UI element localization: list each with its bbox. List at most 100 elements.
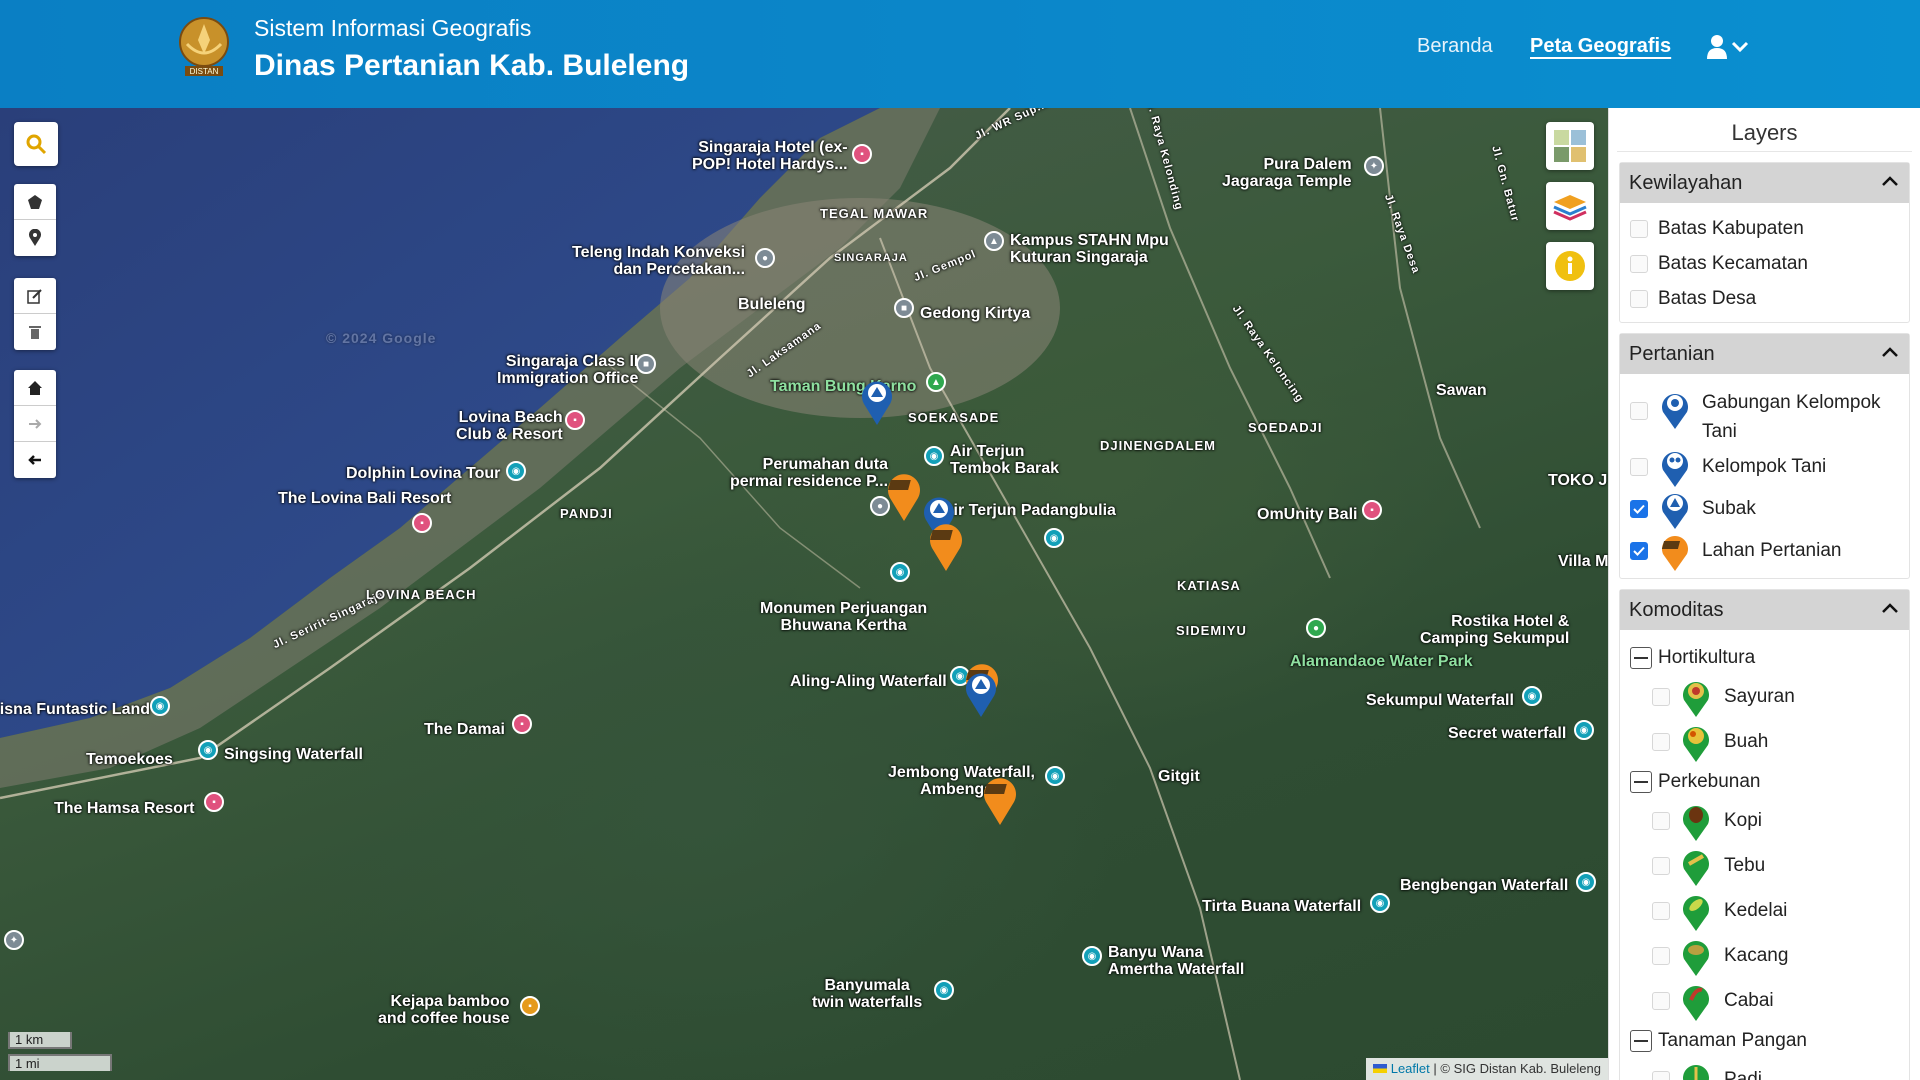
waterfall-poi-icon[interactable]: ◉ — [198, 740, 218, 760]
edit-layers-button[interactable] — [14, 278, 56, 314]
collapse-icon[interactable] — [1630, 647, 1652, 669]
forward-view-button[interactable] — [14, 406, 56, 442]
place-label: Tirta Buana Waterfall — [1202, 898, 1362, 915]
spa-poi-icon[interactable]: ▪ — [1362, 500, 1382, 520]
info-button[interactable] — [1546, 242, 1594, 290]
monument-poi-icon[interactable]: ◉ — [890, 562, 910, 582]
park-poi-icon[interactable]: ◉ — [150, 696, 170, 716]
checkbox-checked[interactable] — [1630, 542, 1648, 560]
group-perkebunan[interactable]: Perkebunan — [1630, 766, 1899, 798]
hotel-poi-icon[interactable]: ▪ — [412, 513, 432, 533]
subak-marker-icon[interactable] — [964, 668, 998, 718]
layer-option-kopi[interactable]: Kopi — [1630, 798, 1899, 843]
section-header-kewilayahan[interactable]: Kewilayahan — [1620, 163, 1909, 203]
layer-option-kelompok-tani[interactable]: Kelompok Tani — [1630, 446, 1899, 488]
hotel-poi-icon[interactable]: ▪ — [565, 410, 585, 430]
place-label: Banyu Wana Amertha Waterfall — [1108, 944, 1245, 978]
waterfall-poi-icon[interactable]: ◉ — [1370, 893, 1390, 913]
school-poi-icon[interactable]: ▲ — [984, 231, 1004, 251]
layer-option-sayuran[interactable]: Sayuran — [1630, 674, 1899, 719]
nav-link-peta-geografis[interactable]: Peta Geografis — [1530, 35, 1671, 58]
layer-option-batas-desa[interactable]: Batas Desa — [1630, 281, 1899, 316]
checkbox[interactable] — [1652, 856, 1670, 875]
checkbox[interactable] — [1652, 811, 1670, 830]
waterfall-poi-icon[interactable]: ◉ — [1576, 872, 1596, 892]
subak-marker-icon[interactable] — [860, 376, 894, 426]
checkbox[interactable] — [1630, 289, 1648, 308]
waterfall-poi-icon[interactable]: ◉ — [1522, 686, 1542, 706]
lahan-pertanian-marker-icon — [1661, 536, 1688, 571]
section-header-komoditas[interactable]: Komoditas — [1620, 590, 1909, 630]
leaflet-link[interactable]: Leaflet — [1391, 1061, 1430, 1076]
area-label: SOEDADJI — [1248, 420, 1323, 435]
nav-link-beranda[interactable]: Beranda — [1417, 35, 1493, 58]
waterfall-poi-icon[interactable]: ◉ — [1044, 528, 1064, 548]
hotel-poi-icon[interactable]: ▪ — [852, 144, 872, 164]
layer-option-kedelai[interactable]: Kedelai — [1630, 888, 1899, 933]
waterfall-poi-icon[interactable]: ◉ — [934, 980, 954, 1000]
group-tanaman-pangan[interactable]: Tanaman Pangan — [1630, 1025, 1899, 1057]
delete-layers-button[interactable] — [14, 314, 56, 350]
layers-toggle-button[interactable] — [1546, 182, 1594, 230]
layer-option-gabungan-kelompok-tani[interactable]: Gabungan Kelompok Tani — [1630, 388, 1899, 446]
layer-option-padi[interactable]: Padi — [1630, 1057, 1899, 1080]
place-label: Banyumala twin waterfalls — [812, 977, 923, 1011]
layers-panel: Layers Kewilayahan Batas Kabupaten Batas… — [1608, 108, 1920, 1080]
museum-poi-icon[interactable]: ■ — [894, 298, 914, 318]
layer-option-subak[interactable]: Subak — [1630, 488, 1899, 530]
checkbox[interactable] — [1652, 946, 1670, 965]
government-poi-icon[interactable]: ■ — [636, 354, 656, 374]
checkbox[interactable] — [1652, 901, 1670, 920]
hotel-poi-icon[interactable]: ▪ — [204, 792, 224, 812]
collapse-icon[interactable] — [1630, 1030, 1652, 1052]
map-marker-icon — [29, 229, 41, 246]
lahan-pertanian-marker-icon[interactable] — [982, 772, 1018, 826]
checkbox[interactable] — [1652, 732, 1670, 751]
layer-option-batas-kabupaten[interactable]: Batas Kabupaten — [1630, 211, 1899, 246]
checkbox[interactable] — [1630, 219, 1648, 238]
hotel-poi-icon[interactable]: ▪ — [512, 714, 532, 734]
section-header-pertanian[interactable]: Pertanian — [1620, 334, 1909, 374]
lahan-pertanian-marker-icon[interactable] — [928, 518, 964, 572]
collapse-icon[interactable] — [1630, 771, 1652, 793]
waterfall-poi-icon[interactable]: ◉ — [1574, 720, 1594, 740]
waterfall-poi-icon[interactable]: ◉ — [924, 446, 944, 466]
back-view-button[interactable] — [14, 442, 56, 478]
basemap-switcher-button[interactable] — [1546, 122, 1594, 170]
place-label: Singsing Waterfall — [224, 746, 363, 763]
layer-option-tebu[interactable]: Tebu — [1630, 843, 1899, 888]
place-poi-icon[interactable]: ✦ — [4, 930, 24, 950]
user-menu-icon[interactable] — [1706, 34, 1750, 60]
distan-logo-icon[interactable]: DISTAN — [175, 14, 233, 80]
home-view-button[interactable] — [14, 370, 56, 406]
checkbox[interactable] — [1630, 254, 1648, 273]
temple-poi-icon[interactable]: ✦ — [1364, 156, 1384, 176]
checkbox[interactable] — [1652, 991, 1670, 1010]
checkbox[interactable] — [1630, 402, 1648, 420]
layer-option-batas-kecamatan[interactable]: Batas Kecamatan — [1630, 246, 1899, 281]
search-icon — [26, 134, 47, 155]
info-icon — [1555, 251, 1585, 281]
waterfall-poi-icon[interactable]: ◉ — [1045, 766, 1065, 786]
lahan-pertanian-marker-icon[interactable] — [886, 468, 922, 522]
layer-option-buah[interactable]: Buah — [1630, 719, 1899, 764]
checkbox[interactable] — [1652, 687, 1670, 706]
place-poi-icon[interactable]: ● — [755, 248, 775, 268]
draw-marker-button[interactable] — [14, 220, 56, 256]
park-poi-icon[interactable]: ▲ — [926, 372, 946, 392]
cafe-poi-icon[interactable]: ▪ — [520, 996, 540, 1016]
draw-polygon-button[interactable] — [14, 184, 56, 220]
group-hortikultura[interactable]: Hortikultura — [1630, 642, 1899, 674]
place-label: TOKO J — [1548, 472, 1608, 489]
waterfall-poi-icon[interactable]: ◉ — [1082, 946, 1102, 966]
checkbox-checked[interactable] — [1630, 500, 1648, 518]
tour-poi-icon[interactable]: ◉ — [506, 461, 526, 481]
search-location-button[interactable] — [14, 122, 58, 166]
checkbox[interactable] — [1652, 1070, 1670, 1080]
layer-option-cabai[interactable]: Cabai — [1630, 978, 1899, 1023]
water-park-poi-icon[interactable]: ● — [1306, 618, 1326, 638]
checkbox[interactable] — [1630, 458, 1648, 476]
layer-option-lahan-pertanian[interactable]: Lahan Pertanian — [1630, 530, 1899, 572]
map-canvas[interactable]: Jl. WR Sup... Jl. Gempol Jl. Laksamana J… — [0, 108, 1608, 1080]
layer-option-kacang[interactable]: Kacang — [1630, 933, 1899, 978]
